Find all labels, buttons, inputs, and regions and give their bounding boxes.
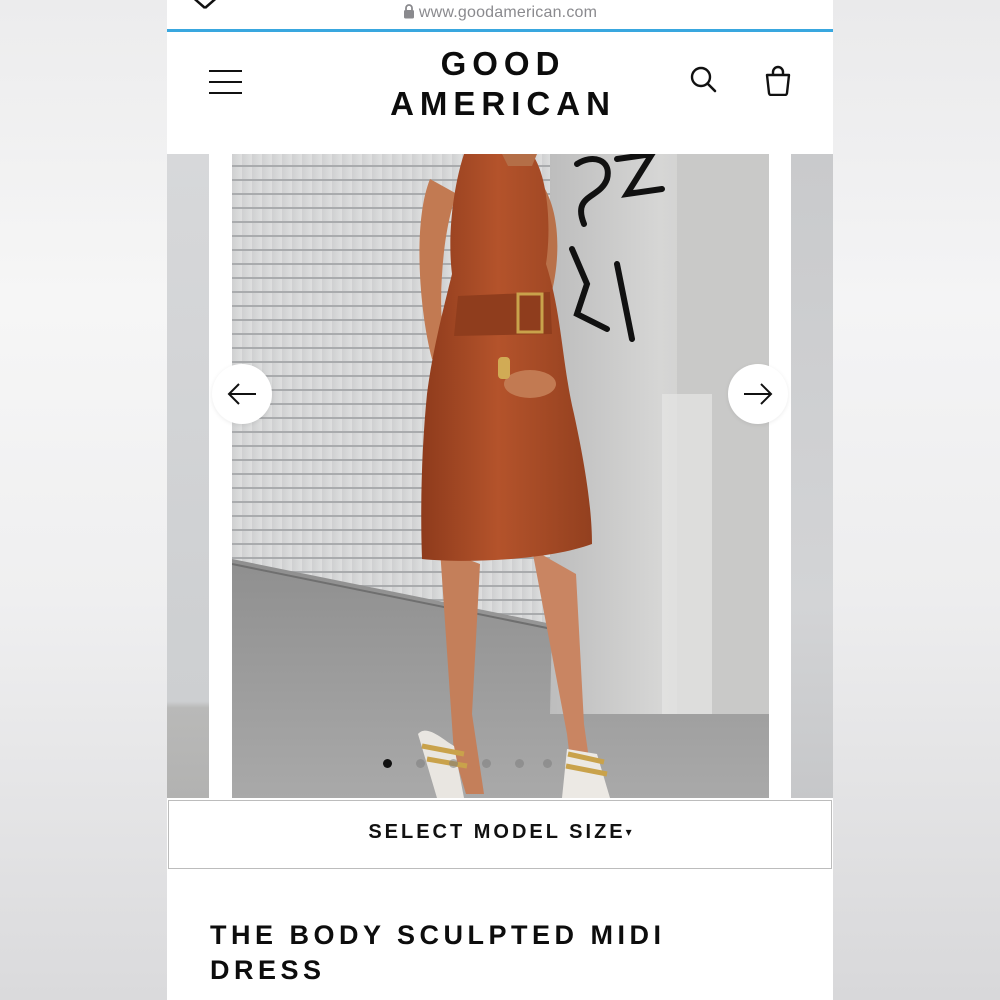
brand-logo[interactable]: GOOD AMERICAN: [167, 44, 833, 124]
previous-image-peek[interactable]: [167, 154, 209, 798]
next-image-peek[interactable]: [791, 154, 833, 798]
carousel-dot[interactable]: [449, 759, 458, 768]
lock-icon: [403, 4, 414, 19]
search-icon[interactable]: [689, 65, 719, 95]
url-display[interactable]: www.goodamerican.com: [167, 4, 833, 22]
url-text: www.goodamerican.com: [418, 4, 598, 21]
product-title: THE BODY SCULPTED MIDI DRESS: [210, 920, 666, 985]
background-blur-left: [0, 0, 167, 1000]
select-model-size-dropdown[interactable]: SELECT MODEL SIZE▾: [168, 800, 832, 869]
carousel-next-button[interactable]: [728, 364, 788, 424]
shopping-bag-icon[interactable]: [763, 64, 793, 96]
arrow-left-icon: [227, 383, 256, 405]
carousel-dots: [167, 759, 833, 771]
carousel-dot[interactable]: [383, 759, 392, 768]
arrow-right-icon: [744, 383, 773, 405]
product-image[interactable]: [232, 154, 769, 798]
carousel-dot[interactable]: [482, 759, 491, 768]
chevron-down-icon: ▾: [625, 825, 632, 839]
carousel-dot[interactable]: [416, 759, 425, 768]
carousel-dot[interactable]: [515, 759, 524, 768]
product-image-carousel[interactable]: [167, 154, 833, 798]
phone-screen: www.goodamerican.com GOOD AMERICAN SELEC…: [167, 0, 833, 1000]
logo-line-2: AMERICAN: [390, 85, 616, 122]
size-select-text: SELECT MODEL SIZE: [368, 821, 626, 843]
model-in-rust-midi-dress-photo: [232, 154, 769, 798]
select-model-size-label: SELECT MODEL SIZE▾: [169, 821, 831, 844]
logo-line-1: GOOD: [440, 45, 566, 82]
carousel-prev-button[interactable]: [212, 364, 272, 424]
background-blur-right: [833, 0, 1000, 1000]
browser-url-bar[interactable]: www.goodamerican.com: [167, 0, 833, 30]
carousel-dot[interactable]: [543, 759, 552, 768]
site-header: GOOD AMERICAN: [167, 32, 833, 154]
